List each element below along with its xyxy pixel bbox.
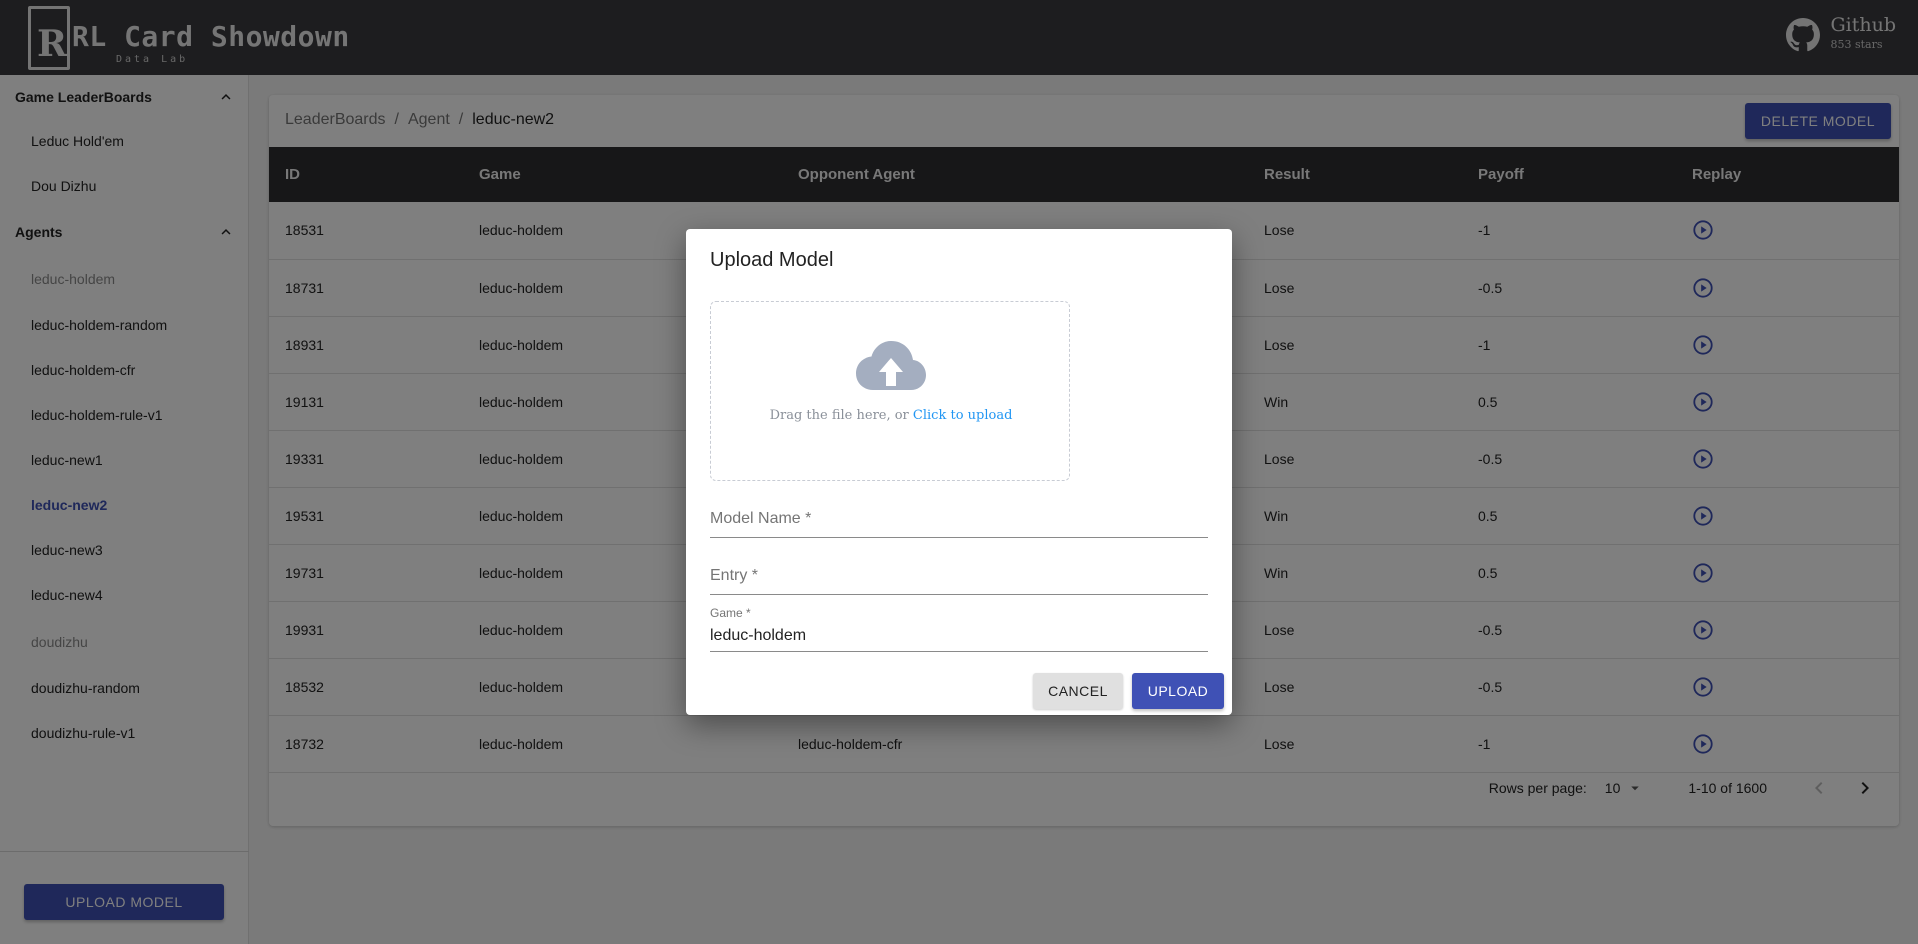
upload-model-dialog: Upload Model Drag the file here, or Clic… (686, 229, 1232, 715)
cancel-button[interactable]: CANCEL (1033, 673, 1123, 709)
dropzone-text: Drag the file here, or Click to upload (711, 408, 1071, 423)
click-to-upload-link[interactable]: Click to upload (913, 408, 1013, 423)
entry-field[interactable]: Entry * (710, 562, 1208, 595)
game-label: Game * (710, 606, 751, 620)
model-name-field[interactable]: Model Name * (710, 505, 1208, 538)
file-dropzone[interactable]: Drag the file here, or Click to upload (710, 301, 1070, 481)
dialog-title: Upload Model (710, 249, 834, 271)
dropzone-hint: Drag the file here, or (769, 408, 909, 423)
game-value: leduc-holdem (710, 627, 807, 644)
game-select[interactable]: Game * leduc-holdem (710, 606, 1208, 652)
model-name-label: Model Name * (710, 510, 812, 527)
entry-label: Entry * (710, 567, 759, 584)
upload-button[interactable]: UPLOAD (1132, 673, 1224, 709)
cloud-upload-icon (856, 341, 926, 390)
